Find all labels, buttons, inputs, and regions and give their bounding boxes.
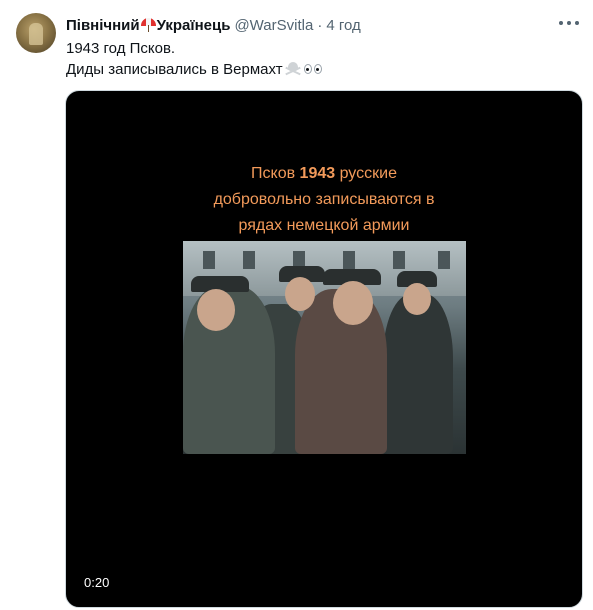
caption-line3: рядах немецкой армии xyxy=(238,217,410,234)
display-name-part1: Північний xyxy=(66,16,140,34)
caption-year: 1943 xyxy=(299,165,336,182)
eyes-icon xyxy=(303,64,322,74)
caption-line1-a: Псков xyxy=(251,165,300,182)
avatar-figure xyxy=(29,23,43,45)
video-frame xyxy=(183,241,466,454)
tweet-text: 1943 год Псков. Диды записывались в Верм… xyxy=(66,38,322,80)
video-caption: Псков 1943 русские добровольно записываю… xyxy=(66,161,582,239)
skull-crossbones-icon xyxy=(285,62,301,76)
soldier-figure xyxy=(383,294,453,454)
tweet-text-line1: 1943 год Псков. xyxy=(66,40,176,57)
timestamp[interactable]: 4 год xyxy=(326,17,360,34)
video-player[interactable]: Псков 1943 русские добровольно записываю… xyxy=(65,90,583,608)
caption-line1: Псков 1943 русские xyxy=(66,161,582,187)
tweet-header: Північний Українець @WarSvitla · 4 год xyxy=(66,15,533,35)
caption-line1-b: русские xyxy=(335,165,397,182)
display-name-part2: Українець xyxy=(156,16,231,34)
display-name[interactable]: Північний Українець xyxy=(66,17,230,34)
caption-line2: добровольно записываются в xyxy=(213,191,435,208)
emoji-group xyxy=(285,62,322,76)
user-handle[interactable]: @WarSvitla xyxy=(234,17,313,34)
umbrella-icon xyxy=(140,17,156,32)
avatar[interactable] xyxy=(16,13,56,53)
separator-dot: · xyxy=(317,16,323,34)
more-options-icon[interactable] xyxy=(559,18,579,28)
tweet-text-line2-wrap: Диды записывались в Вермахт xyxy=(66,59,322,80)
video-duration: 0:20 xyxy=(82,574,112,591)
tweet-text-line2: Диды записывались в Вермахт xyxy=(66,61,283,78)
